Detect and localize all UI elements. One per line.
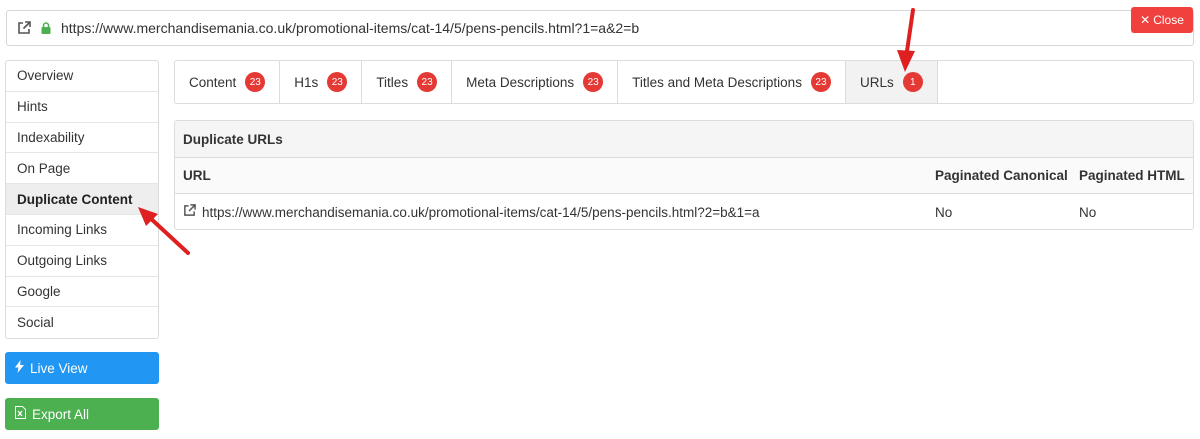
duplicate-tabs: Content 23 H1s 23 Titles 23 Meta Descrip… (174, 60, 1194, 104)
sidebar-item-overview[interactable]: Overview (6, 61, 158, 92)
paginated-html-value: No (1079, 204, 1097, 220)
external-link-icon[interactable] (17, 21, 31, 35)
sidebar-item-indexability[interactable]: Indexability (6, 123, 158, 154)
tab-meta-descriptions[interactable]: Meta Descriptions 23 (452, 61, 619, 103)
live-view-button[interactable]: Live View (5, 352, 159, 384)
tab-titles-and-meta-descriptions[interactable]: Titles and Meta Descriptions 23 (618, 61, 846, 103)
count-badge: 1 (902, 72, 923, 92)
tab-titles[interactable]: Titles 23 (362, 61, 453, 103)
sidebar-item-google[interactable]: Google (6, 277, 158, 308)
tab-urls[interactable]: URLs 1 (845, 61, 938, 103)
export-all-label: Export All (32, 406, 90, 422)
lightning-icon (15, 360, 24, 376)
table-header: URL Paginated Canonical Paginated HTML (175, 158, 1193, 194)
column-header-paginated-canonical: Paginated Canonical (935, 168, 1068, 183)
paginated-canonical-value: No (935, 204, 953, 220)
count-badge: 23 (245, 72, 266, 92)
sidebar-item-duplicate-content[interactable]: Duplicate Content (6, 184, 158, 215)
duplicate-url-link[interactable]: https://www.merchandisemania.co.uk/promo… (202, 205, 760, 220)
panel-title: Duplicate URLs (175, 121, 1193, 158)
count-badge: 23 (810, 72, 831, 92)
count-badge: 23 (583, 72, 604, 92)
export-all-button[interactable]: Export All (5, 398, 159, 430)
live-view-label: Live View (30, 360, 88, 376)
sidebar-item-incoming-links[interactable]: Incoming Links (6, 215, 158, 246)
excel-icon (15, 406, 26, 422)
sidebar-nav: Overview Hints Indexability On Page Dupl… (5, 60, 159, 340)
tab-content[interactable]: Content 23 (175, 61, 281, 103)
duplicate-urls-panel: Duplicate URLs URL Paginated Canonical P… (174, 120, 1194, 230)
url-cell: https://www.merchandisemania.co.uk/promo… (175, 204, 927, 220)
count-badge: 23 (417, 72, 438, 92)
tab-label: Titles (376, 74, 409, 90)
url-bar: https://www.merchandisemania.co.uk/promo… (6, 7, 1194, 46)
sidebar-item-hints[interactable]: Hints (6, 92, 158, 123)
external-link-icon[interactable] (183, 204, 196, 220)
close-icon: ✕ (1140, 13, 1151, 27)
sidebar-item-on-page[interactable]: On Page (6, 153, 158, 185)
count-badge: 23 (327, 72, 348, 92)
tab-label: H1s (294, 74, 319, 90)
tab-label: Meta Descriptions (466, 74, 575, 90)
tab-h1s[interactable]: H1s 23 (280, 61, 363, 103)
sidebar-item-social[interactable]: Social (6, 307, 158, 338)
column-header-paginated-html: Paginated HTML (1079, 168, 1185, 183)
tab-label: Content (189, 74, 237, 90)
table-row: https://www.merchandisemania.co.uk/promo… (175, 194, 1193, 229)
close-button[interactable]: ✕ Close (1131, 7, 1193, 33)
lock-icon (41, 22, 51, 34)
sidebar-item-outgoing-links[interactable]: Outgoing Links (6, 246, 158, 277)
column-header-url: URL (183, 168, 211, 183)
tab-label: Titles and Meta Descriptions (632, 74, 802, 90)
page-url: https://www.merchandisemania.co.uk/promo… (61, 20, 640, 36)
tab-label: URLs (859, 74, 894, 90)
close-label: Close (1153, 13, 1184, 27)
